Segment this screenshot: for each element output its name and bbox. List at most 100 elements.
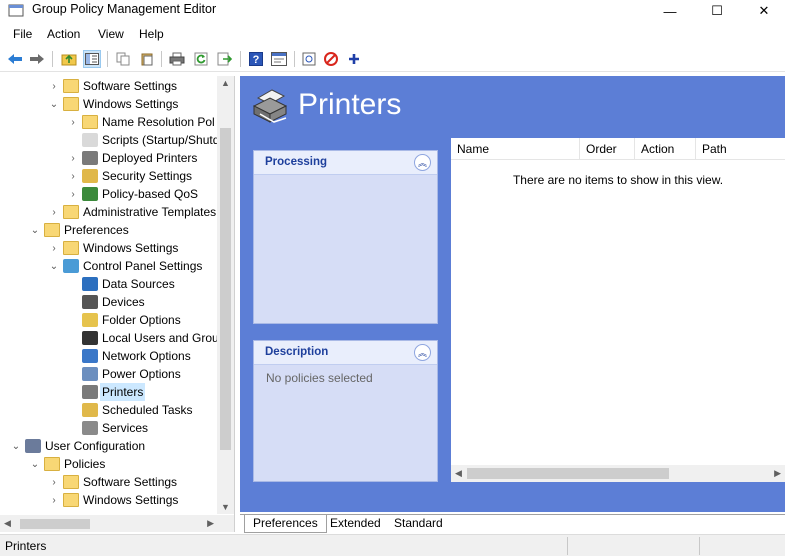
scroll-down-arrow-icon[interactable]: ▼ <box>221 502 230 512</box>
forward-button[interactable] <box>28 50 46 68</box>
tree-item[interactable]: Folder Options <box>67 311 181 329</box>
scroll-left-arrow-icon[interactable]: ◀ <box>455 468 462 479</box>
tree-item[interactable]: Power Options <box>67 365 181 383</box>
tree-item-label: Deployed Printers <box>102 151 198 165</box>
tree-horizontal-scrollbar[interactable]: ◀ ▶ <box>0 515 218 532</box>
tree-item-label: Software Settings <box>83 79 178 93</box>
tree-item-label: Folder Options <box>102 313 181 327</box>
column-header-path[interactable]: Path <box>696 138 785 160</box>
data-sources-icon <box>82 277 98 291</box>
tree-item[interactable]: › Windows Settings <box>48 239 178 257</box>
tab-extended[interactable]: Extended <box>322 515 389 533</box>
tree-item[interactable]: › Software Settings <box>48 473 177 491</box>
refresh-button[interactable] <box>192 50 210 68</box>
tree-item[interactable]: › Deployed Printers <box>67 149 197 167</box>
close-icon: ✕ <box>758 3 770 18</box>
tree-item[interactable]: ⌄ Windows Settings <box>48 95 178 113</box>
copy-button[interactable] <box>114 50 132 68</box>
tree-horizontal-scroll-thumb[interactable] <box>20 519 90 529</box>
column-header-order[interactable]: Order <box>580 138 635 160</box>
scroll-left-arrow-icon[interactable]: ◀ <box>4 518 11 529</box>
processing-panel: Processing ︽ <box>253 150 438 324</box>
tree-item[interactable]: Printers <box>67 383 146 401</box>
tree-item[interactable]: › Administrative Templates <box>48 203 216 221</box>
description-text: No policies selected <box>266 371 373 385</box>
menu-action[interactable]: Action <box>47 27 80 41</box>
help-button[interactable]: ? <box>247 50 265 68</box>
collapse-arrow-icon[interactable]: ⌄ <box>10 437 22 455</box>
processing-collapse-button[interactable]: ︽ <box>414 154 431 171</box>
expand-arrow-icon[interactable]: › <box>48 77 60 95</box>
expand-arrow-icon[interactable]: › <box>48 203 60 221</box>
menu-bar: File Action View Help <box>0 24 785 44</box>
up-folder-button[interactable] <box>60 50 78 68</box>
tab-preferences[interactable]: Preferences <box>244 515 327 533</box>
new-item-button[interactable] <box>300 50 318 68</box>
page-title: Printers <box>298 88 402 121</box>
description-panel: Description ︽ No policies selected <box>253 340 438 482</box>
expand-arrow-icon[interactable]: › <box>67 113 79 131</box>
stop-button[interactable] <box>322 50 340 68</box>
expand-arrow-icon[interactable]: › <box>48 473 60 491</box>
close-button[interactable]: ✕ <box>741 0 785 22</box>
expand-arrow-icon[interactable]: › <box>67 167 79 185</box>
scroll-right-arrow-icon[interactable]: ▶ <box>774 468 781 479</box>
tree-item[interactable]: ⌄ Preferences <box>29 221 129 239</box>
back-button[interactable] <box>6 50 24 68</box>
tree-vertical-scrollbar[interactable]: ▲ ▼ <box>217 76 234 514</box>
collapse-arrow-icon[interactable]: ⌄ <box>29 221 41 239</box>
list-horizontal-scroll-thumb[interactable] <box>467 468 669 479</box>
tree-item[interactable]: Scripts (Startup/Shutd <box>67 131 219 149</box>
folder-icon <box>63 97 79 111</box>
expand-arrow-icon[interactable]: › <box>48 239 60 257</box>
tree-item[interactable]: ⌄ Control Panel Settings <box>48 257 202 275</box>
show-hide-tree-button[interactable] <box>83 50 101 68</box>
list-horizontal-scrollbar[interactable]: ◀ ▶ <box>451 465 785 482</box>
tree-vertical-scroll-thumb[interactable] <box>220 128 231 450</box>
tree-item[interactable]: › Name Resolution Pol <box>67 113 215 131</box>
expand-arrow-icon[interactable]: › <box>67 185 79 203</box>
menu-help[interactable]: Help <box>139 27 164 41</box>
maximize-button[interactable]: ☐ <box>694 0 740 22</box>
expand-arrow-icon[interactable]: › <box>48 491 60 509</box>
tree-item[interactable]: ⌄ Policies <box>29 455 105 473</box>
items-list-view[interactable]: Name Order Action Path There are no item… <box>451 138 785 482</box>
export-button[interactable] <box>216 50 234 68</box>
tree-item[interactable]: Scheduled Tasks <box>67 401 193 419</box>
help-icon: ? <box>249 52 263 66</box>
tree-item[interactable]: Services <box>67 419 148 437</box>
collapse-arrow-icon[interactable]: ⌄ <box>29 455 41 473</box>
description-collapse-button[interactable]: ︽ <box>414 344 431 361</box>
collapse-arrow-icon[interactable]: ⌄ <box>48 95 60 113</box>
column-header-name[interactable]: Name <box>451 138 580 160</box>
menu-file[interactable]: File <box>13 27 32 41</box>
minimize-button[interactable]: — <box>647 0 693 22</box>
tree-item[interactable]: › Software Settings <box>48 77 177 95</box>
print-button[interactable] <box>168 50 186 68</box>
properties-button[interactable] <box>270 50 288 68</box>
add-button[interactable] <box>345 50 363 68</box>
tree-item-label: Devices <box>102 295 145 309</box>
tree-item[interactable]: Data Sources <box>67 275 175 293</box>
add-icon <box>349 54 359 64</box>
tree-item[interactable]: › Windows Settings <box>48 491 178 509</box>
tab-standard[interactable]: Standard <box>386 515 451 533</box>
collapse-arrow-icon[interactable]: ⌄ <box>48 257 60 275</box>
scroll-up-arrow-icon[interactable]: ▲ <box>221 78 230 88</box>
tree-item[interactable]: ⌄ User Configuration <box>10 437 145 455</box>
tree-item-label: Windows Settings <box>83 97 179 111</box>
tree-item[interactable]: Devices <box>67 293 145 311</box>
tree-item[interactable]: › Security Settings <box>67 167 192 185</box>
tree-item[interactable]: Network Options <box>67 347 191 365</box>
expand-arrow-icon[interactable]: › <box>67 149 79 167</box>
paste-button[interactable] <box>138 50 156 68</box>
menu-view[interactable]: View <box>98 27 124 41</box>
column-header-action[interactable]: Action <box>635 138 696 160</box>
svg-text:?: ? <box>253 54 260 66</box>
scroll-right-arrow-icon[interactable]: ▶ <box>207 518 214 529</box>
console-tree[interactable]: › Software Settings ⌄ Windows Settings › Name… <box>0 76 235 532</box>
tree-item[interactable]: Local Users and Grou <box>67 329 219 347</box>
tree-item[interactable]: › Policy-based QoS <box>67 185 198 203</box>
